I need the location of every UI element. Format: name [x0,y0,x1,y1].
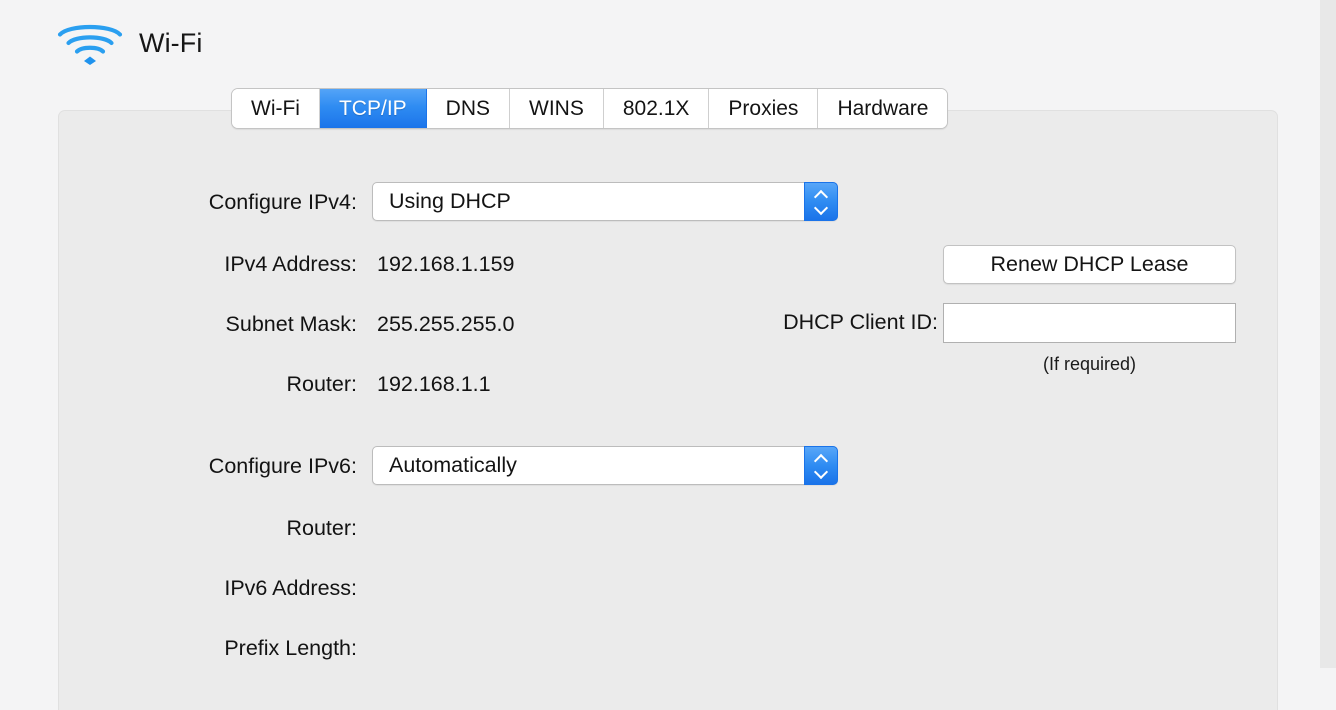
ipv4-address-label: IPv4 Address: [224,252,357,276]
configure-ipv4-popup[interactable]: Using DHCP [372,182,838,221]
window-right-band [1320,0,1336,668]
tab-tcpip[interactable]: TCP/IP [319,89,427,128]
renew-dhcp-lease-button[interactable]: Renew DHCP Lease [943,245,1236,284]
chevron-down-icon [815,204,828,212]
configure-ipv6-popup[interactable]: Automatically [372,446,838,485]
tab-8021x[interactable]: 802.1X [603,89,710,128]
chevron-down-icon [815,468,828,476]
ipv4-router-value: 192.168.1.1 [377,372,491,396]
configure-ipv4-stepper[interactable] [804,182,838,221]
tab-bar: Wi-Fi TCP/IP DNS WINS 802.1X Proxies Har… [231,88,949,129]
configure-ipv6-value: Automatically [389,453,517,477]
chevron-up-icon [815,455,828,463]
dhcp-client-id-hint: (If required) [1042,354,1137,374]
dhcp-client-id-label: DHCP Client ID: [783,310,938,334]
chevron-up-icon [815,191,828,199]
prefix-length-label: Prefix Length: [224,636,357,660]
page-header: Wi-Fi [0,0,1336,88]
tab-dns[interactable]: DNS [426,89,511,128]
configure-ipv4-label: Configure IPv4: [208,190,357,214]
ipv4-address-value: 192.168.1.159 [377,252,515,276]
dhcp-client-id-input[interactable] [943,303,1236,343]
ipv6-address-label: IPv6 Address: [224,576,357,600]
configure-ipv4-value: Using DHCP [389,189,511,213]
ipv4-router-label: Router: [286,372,357,396]
configure-ipv6-label: Configure IPv6: [208,454,357,478]
subnet-mask-value: 255.255.255.0 [377,312,515,336]
page-title: Wi-Fi [139,28,203,58]
subnet-mask-label: Subnet Mask: [225,312,357,336]
tab-hardware[interactable]: Hardware [818,89,948,128]
tab-wifi[interactable]: Wi-Fi [232,89,320,128]
tab-wins[interactable]: WINS [510,89,604,128]
configure-ipv6-stepper[interactable] [804,446,838,485]
tab-proxies[interactable]: Proxies [709,89,819,128]
ipv6-router-label: Router: [286,516,357,540]
wifi-icon [57,20,123,66]
